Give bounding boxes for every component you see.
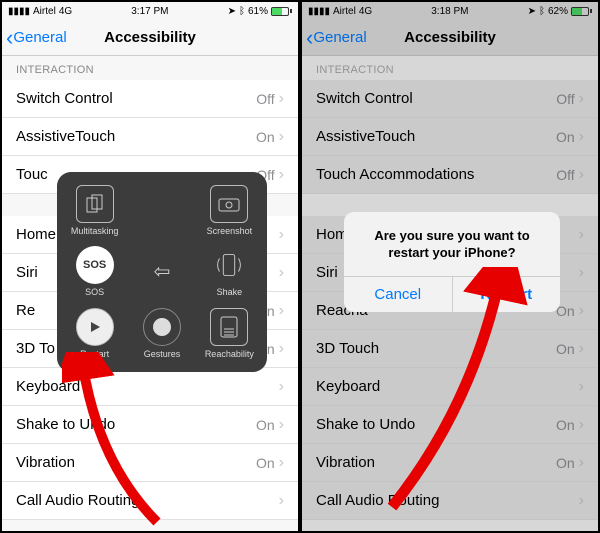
back-label: General [313,29,366,46]
location-icon: ➤ [528,6,536,17]
location-icon: ➤ [228,6,236,17]
chevron-left-icon: ‹ [306,27,313,49]
multitasking-icon [76,185,114,223]
row-assistivetouch[interactable]: AssistiveTouchOn› [302,118,598,156]
row-keyboard[interactable]: Keyboard› [302,368,598,406]
back-label: General [13,29,66,46]
chevron-right-icon: › [579,302,584,320]
right-screenshot: ▮▮▮▮ Airtel 4G 3:18 PM ➤ ᛒ 62% ‹ General… [300,0,600,533]
chevron-right-icon: › [579,378,584,396]
bluetooth-icon: ᛒ [239,6,245,17]
row-keyboard[interactable]: Keyboard› [2,368,298,406]
at-screenshot[interactable]: Screenshot [196,180,263,241]
clock: 3:17 PM [131,6,168,17]
gestures-icon [143,308,181,346]
row-3d-touch[interactable]: 3D TouchOn› [302,330,598,368]
row-switch-control[interactable]: Switch ControlOff› [2,80,298,118]
chevron-right-icon: › [279,492,284,510]
carrier-label: Airtel [33,6,56,17]
chevron-right-icon: › [279,340,284,358]
chevron-right-icon: › [579,492,584,510]
chevron-right-icon: › [579,128,584,146]
chevron-right-icon: › [279,226,284,244]
left-screenshot: ▮▮▮▮ Airtel 4G 3:17 PM ➤ ᛒ 61% ‹ General… [0,0,300,533]
page-title: Accessibility [404,29,496,46]
chevron-left-icon: ‹ [6,27,13,49]
chevron-right-icon: › [579,166,584,184]
restart-alert: Are you sure you want to restart your iP… [344,212,560,312]
row-touch-accommodations[interactable]: Touch AccommodationsOff› [302,156,598,194]
at-gestures[interactable]: Gestures [128,303,195,364]
chevron-right-icon: › [279,166,284,184]
reachability-icon [210,308,248,346]
at-sos[interactable]: SOSSOS [61,241,128,302]
chevron-right-icon: › [579,454,584,472]
back-button[interactable]: ‹ General [302,27,367,49]
battery-icon [571,7,592,16]
chevron-right-icon: › [279,128,284,146]
chevron-right-icon: › [279,454,284,472]
nav-header: ‹ General Accessibility [302,20,598,56]
row-call-audio-routing[interactable]: Call Audio Routing› [302,482,598,520]
at-restart[interactable]: Restart [61,303,128,364]
row-vibration[interactable]: VibrationOn› [302,444,598,482]
battery-icon [271,7,292,16]
nav-header: ‹ General Accessibility [2,20,298,56]
at-back[interactable]: ⇦ [128,241,195,302]
chevron-right-icon: › [579,90,584,108]
sos-icon: SOS [76,246,114,284]
page-title: Accessibility [104,29,196,46]
chevron-right-icon: › [579,264,584,282]
section-header: INTERACTION [302,56,598,80]
network-label: 4G [59,6,72,17]
screenshot-icon [210,185,248,223]
cancel-button[interactable]: Cancel [344,277,452,312]
row-shake-to-undo[interactable]: Shake to UndoOn› [2,406,298,444]
at-shake[interactable]: Shake [196,241,263,302]
signal-icon: ▮▮▮▮ [8,6,30,17]
alert-message: Are you sure you want to restart your iP… [344,212,560,276]
carrier-label: Airtel [333,6,356,17]
battery-percent: 62% [548,6,568,17]
chevron-right-icon: › [279,90,284,108]
row-call-audio-routing[interactable]: Call Audio Routing› [2,482,298,520]
arrow-left-icon: ⇦ [154,259,171,284]
chevron-right-icon: › [279,302,284,320]
chevron-right-icon: › [579,226,584,244]
chevron-right-icon: › [279,264,284,282]
restart-button[interactable]: Restart [452,277,561,312]
shake-icon [210,246,248,284]
row-assistivetouch[interactable]: AssistiveTouchOn› [2,118,298,156]
network-label: 4G [359,6,372,17]
chevron-right-icon: › [579,340,584,358]
row-switch-control[interactable]: Switch ControlOff› [302,80,598,118]
clock: 3:18 PM [431,6,468,17]
at-multitasking[interactable]: Multitasking [61,180,128,241]
status-bar: ▮▮▮▮ Airtel 4G 3:17 PM ➤ ᛒ 61% [2,2,298,20]
back-button[interactable]: ‹ General [2,27,67,49]
bluetooth-icon: ᛒ [539,6,545,17]
chevron-right-icon: › [279,416,284,434]
row-shake-to-undo[interactable]: Shake to UndoOn› [302,406,598,444]
chevron-right-icon: › [579,416,584,434]
status-bar: ▮▮▮▮ Airtel 4G 3:18 PM ➤ ᛒ 62% [302,2,598,20]
battery-percent: 61% [248,6,268,17]
row-vibration[interactable]: VibrationOn› [2,444,298,482]
assistivetouch-panel: Multitasking Screenshot SOSSOS ⇦ Shake R… [57,172,267,372]
section-header: INTERACTION [2,56,298,80]
chevron-right-icon: › [279,378,284,396]
signal-icon: ▮▮▮▮ [308,6,330,17]
restart-icon [76,308,114,346]
at-reachability[interactable]: Reachability [196,303,263,364]
